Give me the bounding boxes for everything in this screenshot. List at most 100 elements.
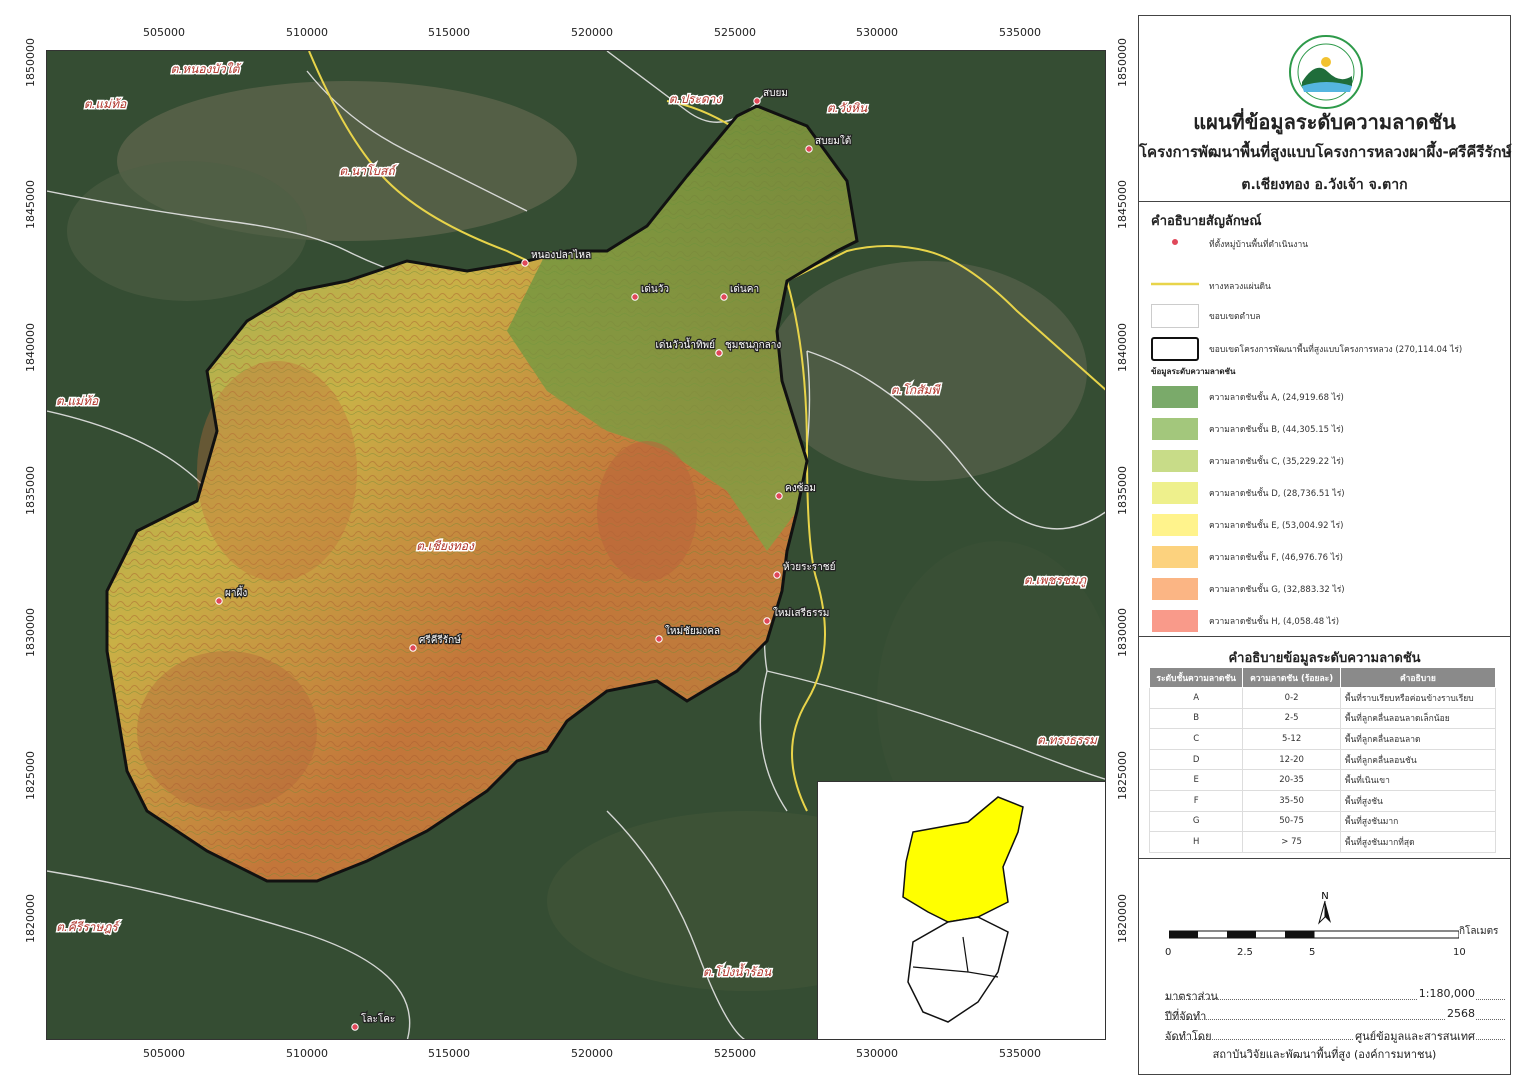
- scale-ratio-value: 1:180,000: [1416, 987, 1475, 1000]
- village-marker[interactable]: [775, 492, 783, 500]
- village-label: ใหม่เสรีธรรม: [773, 607, 829, 619]
- scale-ratio-label: มาตราส่วน: [1165, 990, 1219, 1003]
- village-label: ผาผึ้ง: [225, 585, 247, 599]
- slope-swatch: [1151, 545, 1199, 569]
- legend-village-label: ที่ตั้งหมู่บ้านพื้นที่ดำเนินงาน: [1209, 240, 1309, 250]
- table-cell: พื้นที่สูงชัน: [1339, 789, 1497, 812]
- table-cell: พื้นที่เนินเขา: [1339, 769, 1497, 791]
- village-marker[interactable]: [773, 571, 781, 579]
- y-tick-label: 1850000: [1116, 38, 1129, 87]
- slope-class-label: ความลาดชันชั้น E, (53,004.92 ไร่): [1209, 521, 1344, 531]
- y-tick-label: 1830000: [1116, 608, 1129, 657]
- subdistrict-label: ต.ทรงธรรม: [1037, 733, 1098, 747]
- year-label: ปีที่จัดทำ: [1165, 1010, 1207, 1023]
- scale-tick-label: 10: [1453, 947, 1466, 958]
- road-line-icon: [1151, 282, 1199, 286]
- village-label: เด่นวัวน้ำทิพย์: [656, 337, 715, 351]
- village-marker[interactable]: [805, 145, 813, 153]
- slope-swatch: [1151, 577, 1199, 601]
- x-tick-label: 525000: [714, 26, 756, 39]
- y-tick-label: 1845000: [1116, 180, 1129, 229]
- table-row: A 0-2 พื้นที่ราบเรียบหรือค่อนข้างราบเรียบ: [1148, 687, 1497, 709]
- village-marker[interactable]: [763, 617, 771, 625]
- village-label: สบยม: [763, 88, 788, 99]
- table-cell: 35-50: [1242, 789, 1341, 812]
- village-marker[interactable]: [521, 259, 529, 267]
- slope-swatch: [1151, 417, 1199, 441]
- subdistrict-label: ต.แม่ท้อ: [56, 394, 99, 408]
- subdistrict-label: ต.นาโบสถ์: [339, 164, 397, 178]
- village-marker[interactable]: [720, 293, 728, 301]
- table-cell: G: [1148, 810, 1244, 833]
- x-tick-label: 525000: [714, 1047, 756, 1060]
- table-cell: พื้นที่สูงชันมากที่สุด: [1339, 831, 1497, 853]
- legend-slope-class: ความลาดชันชั้น B, (44,305.15 ไร่): [1151, 417, 1506, 441]
- title-section: แผนที่ข้อมูลระดับความลาดชัน โครงการพัฒนา…: [1139, 16, 1512, 202]
- legend-slope-class: ความลาดชันชั้น E, (53,004.92 ไร่): [1151, 513, 1506, 537]
- table-cell: 2-5: [1242, 707, 1341, 730]
- table-cell: F: [1148, 789, 1244, 812]
- table-cell: E: [1148, 769, 1244, 791]
- y-tick-label: 1850000: [24, 38, 37, 87]
- map-subtitle: โครงการพัฒนาพื้นที่สูงแบบโครงการหลวงผาผึ…: [1139, 143, 1512, 161]
- subdistrict-label: ต.เชียงทอง: [416, 539, 475, 553]
- subdistrict-label: ต.หนองบัวใต้: [171, 62, 243, 76]
- map-frame[interactable]: สบยม สบยมใต้ หนองปลาไหล เด่นวัว เด่นคา เด่นวั…: [46, 50, 1106, 1040]
- village-label: สบยมใต้: [815, 135, 851, 147]
- x-tick-label: 535000: [999, 26, 1041, 39]
- made-by-label: จัดทำโดย: [1165, 1030, 1212, 1043]
- x-tick-label: 535000: [999, 1047, 1041, 1060]
- y-tick-label: 1840000: [1116, 323, 1129, 372]
- village-marker[interactable]: [215, 597, 223, 605]
- project-boundary-icon: [1151, 337, 1199, 361]
- table-row: F 35-50 พื้นที่สูงชัน: [1148, 789, 1497, 812]
- y-tick-label: 1820000: [24, 894, 37, 943]
- table-cell: H: [1148, 831, 1244, 853]
- subdistrict-label: ต.คีรีราษฎร์: [56, 920, 121, 934]
- legend-road: ทางหลวงแผ่นดิน: [1151, 274, 1506, 298]
- scale-section: N 0 2.5 5 10 กิโลเมตร มาตราส่วน 1:180,000 ป…: [1139, 859, 1510, 1076]
- x-tick-label: 505000: [143, 1047, 185, 1060]
- inset-project-area: [902, 796, 1024, 923]
- y-tick-label: 1820000: [1116, 894, 1129, 943]
- map-title: แผนที่ข้อมูลระดับความลาดชัน: [1193, 110, 1456, 134]
- table-header-cell: ระดับชั้นความลาดชัน: [1148, 667, 1244, 688]
- village-marker[interactable]: [753, 97, 761, 105]
- village-marker[interactable]: [631, 293, 639, 301]
- y-tick-label: 1845000: [24, 180, 37, 229]
- table-cell: 12-20: [1242, 748, 1341, 771]
- x-tick-label: 505000: [143, 26, 185, 39]
- slope-class-label: ความลาดชันชั้น B, (44,305.15 ไร่): [1209, 425, 1344, 435]
- symbol-legend-title: คำอธิบายสัญลักษณ์: [1151, 214, 1262, 229]
- legend-subdistrict: ขอบเขตตำบล: [1151, 304, 1506, 328]
- village-marker[interactable]: [655, 635, 663, 643]
- legend-road-label: ทางหลวงแผ่นดิน: [1209, 282, 1271, 292]
- village-label: โละโคะ: [361, 1012, 395, 1025]
- subdistrict-label: ต.เพชรชมภู: [1024, 573, 1087, 588]
- village-label: หนองปลาไหล: [531, 249, 591, 261]
- village-label: คงซ้อม: [785, 482, 816, 494]
- slope-table-title: คำอธิบายข้อมูลระดับความลาดชัน: [1228, 651, 1421, 666]
- legend-project: ขอบเขตโครงการพัฒนาพื้นที่สูงแบบโครงการหล…: [1151, 337, 1506, 361]
- slope-class-label: ความลาดชันชั้น F, (46,976.76 ไร่): [1209, 553, 1343, 563]
- village-marker[interactable]: [715, 349, 723, 357]
- village-label: ใหม่ชัยมงคล: [665, 625, 720, 637]
- village-marker[interactable]: [409, 644, 417, 652]
- slope-class-label: ความลาดชันชั้น A, (24,919.68 ไร่): [1209, 393, 1344, 403]
- village-marker[interactable]: [351, 1023, 359, 1031]
- village-label: ห้วยระราชย์: [783, 561, 835, 573]
- svg-text:N: N: [1321, 891, 1328, 902]
- y-tick-label: 1835000: [1116, 466, 1129, 515]
- village-label: ชุมชนภูกลาง: [725, 340, 781, 351]
- made-by-value: ศูนย์ข้อมูลและสารสนเทศ: [1353, 1027, 1475, 1045]
- table-cell: พื้นที่สูงชันมาก: [1339, 810, 1497, 833]
- scale-unit: กิโลเมตร: [1459, 926, 1499, 937]
- legend-slope-class: ความลาดชันชั้น F, (46,976.76 ไร่): [1151, 545, 1506, 569]
- slope-class-label: ความลาดชันชั้น H, (4,058.48 ไร่): [1209, 617, 1340, 627]
- x-tick-label: 515000: [428, 1047, 470, 1060]
- inset-map: [817, 781, 1105, 1039]
- scale-tick-label: 2.5: [1237, 947, 1253, 958]
- table-cell: 20-35: [1242, 769, 1341, 791]
- hrdi-logo: [1289, 35, 1363, 109]
- slope-class-label: ความลาดชันชั้น G, (32,883.32 ไร่): [1209, 585, 1345, 595]
